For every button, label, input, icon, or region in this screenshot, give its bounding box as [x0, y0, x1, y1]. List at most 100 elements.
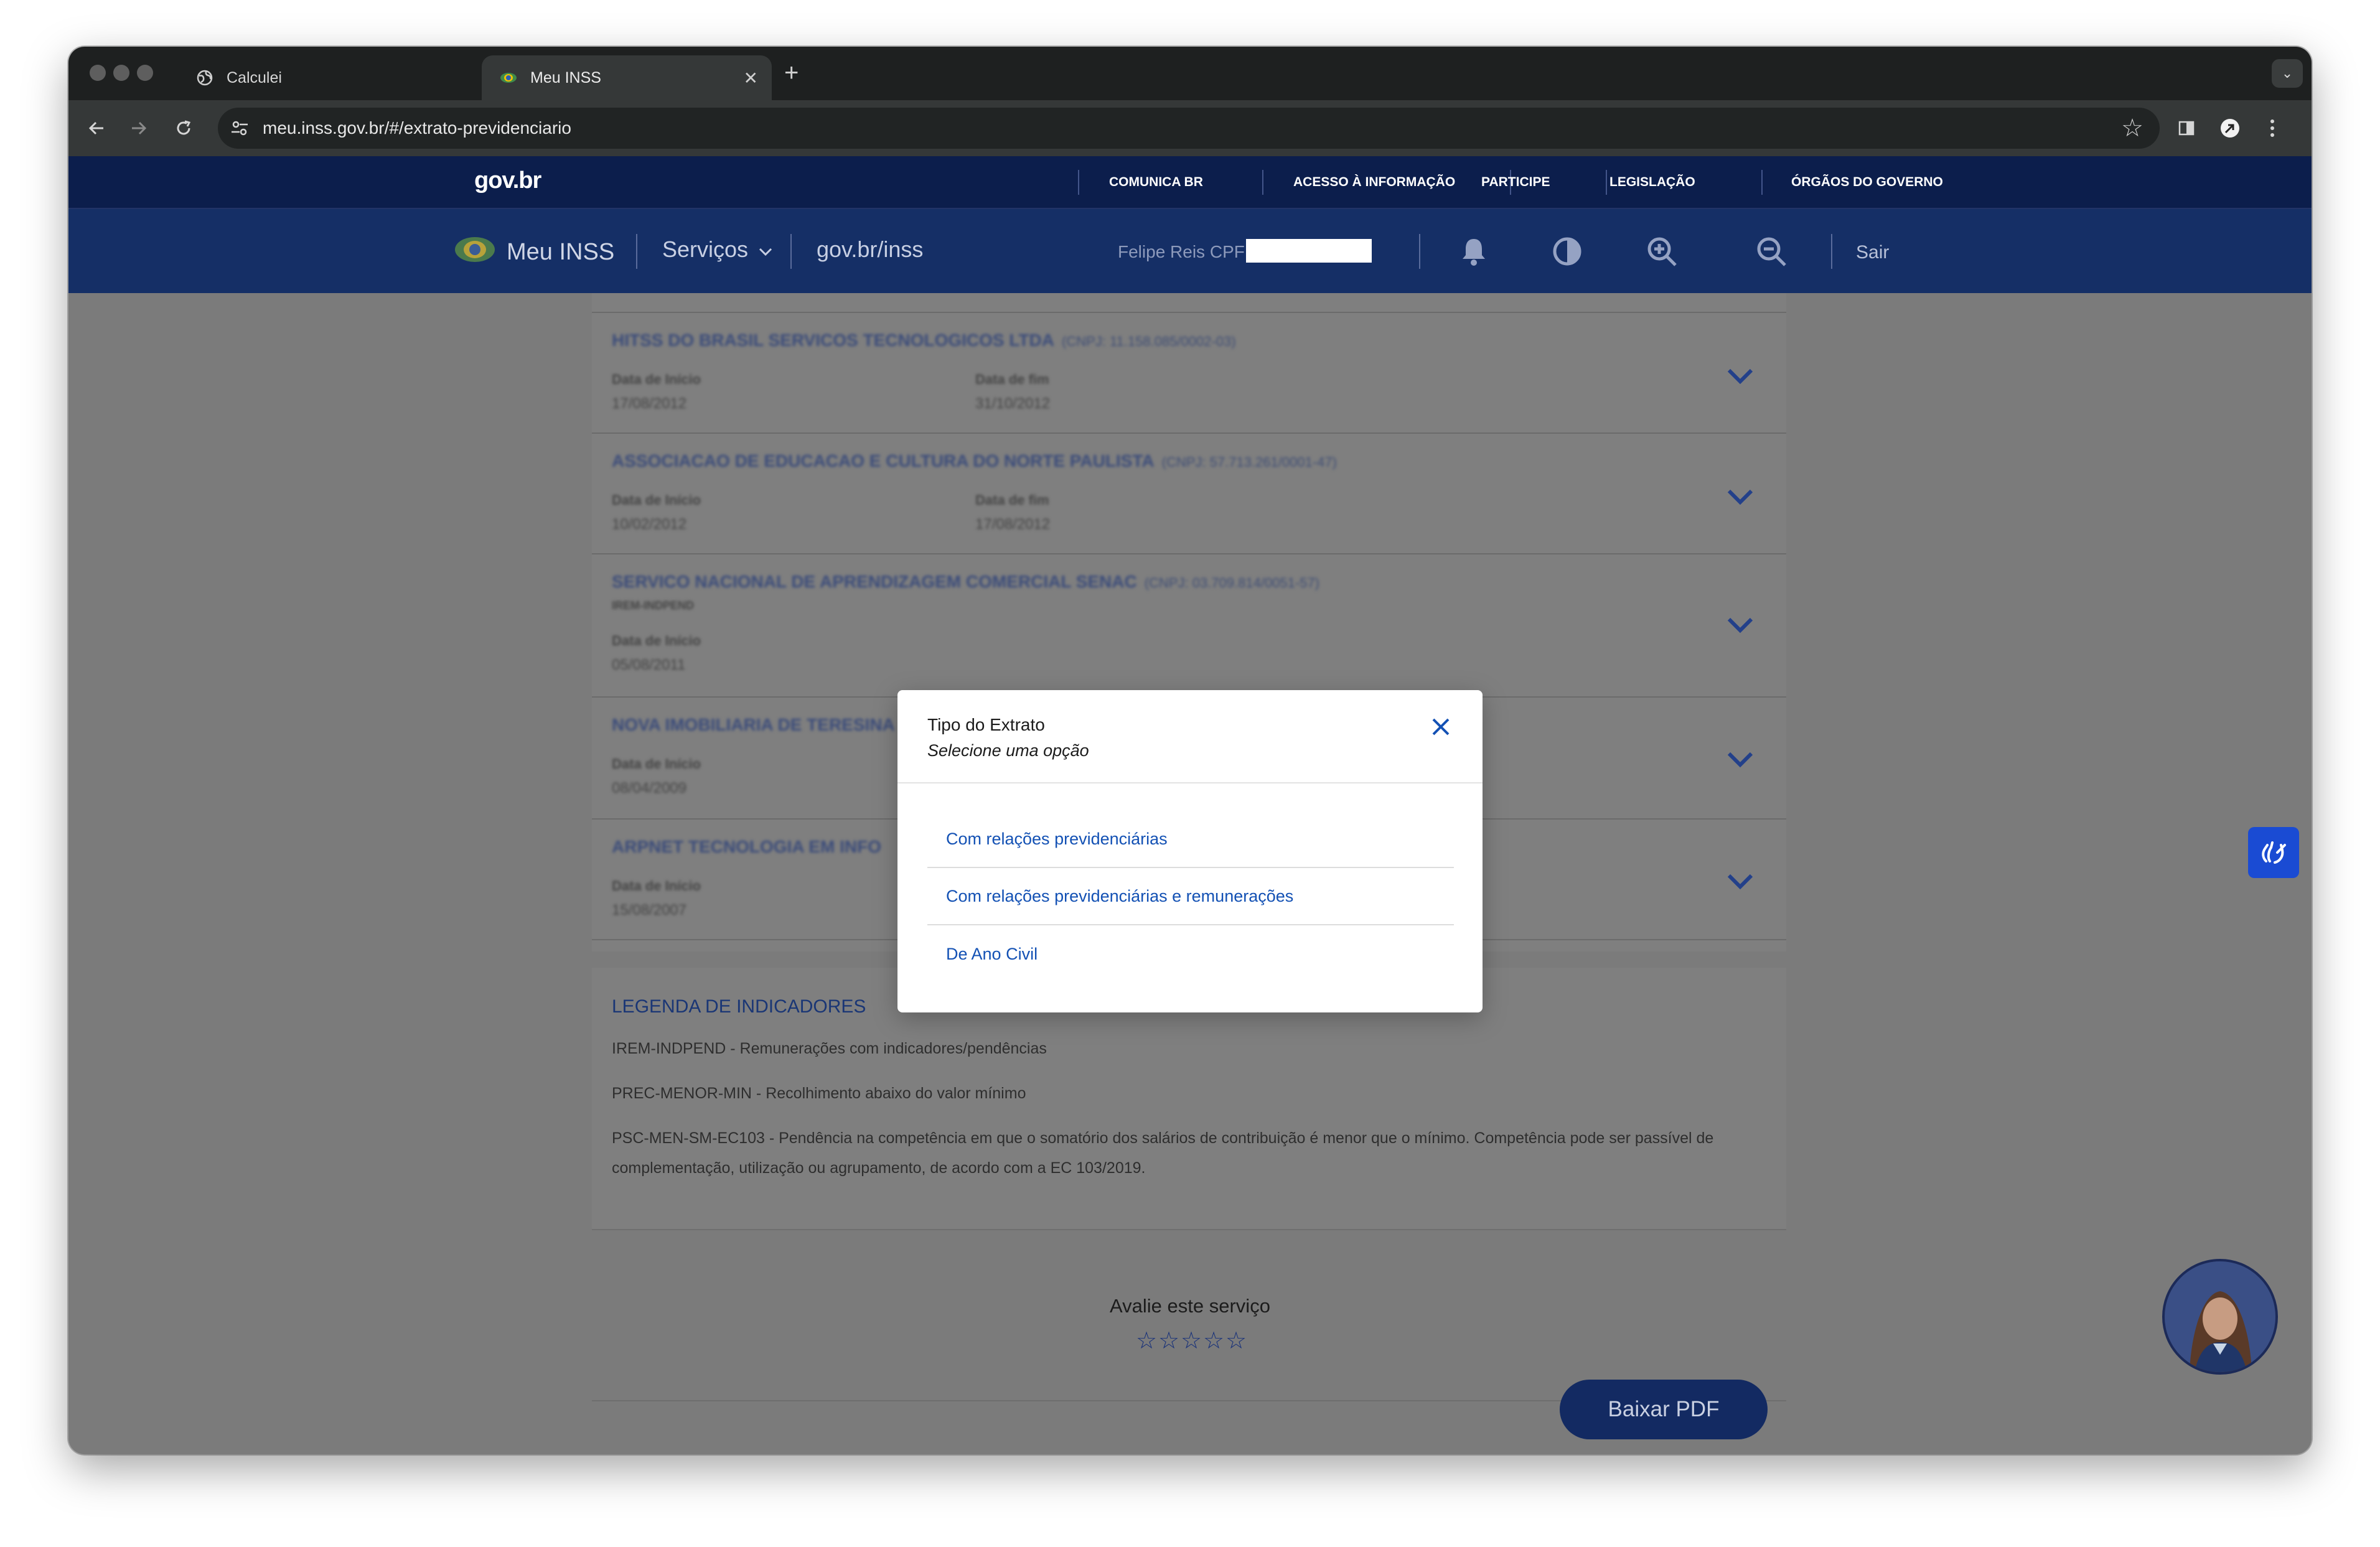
- user-name: Felipe Reis: [1118, 242, 1206, 261]
- chevron-down-icon[interactable]: [1726, 872, 1754, 890]
- meu-inss-title[interactable]: Meu INSS: [507, 239, 614, 266]
- divider: [1761, 170, 1763, 195]
- star-icon[interactable]: ☆: [1225, 1329, 1247, 1353]
- employer-name: NOVA IMOBILIARIA DE TERESINA: [612, 715, 895, 734]
- modal-subtitle: Selecione uma opção: [927, 741, 1089, 760]
- link-orgaos-governo[interactable]: ÓRGÃOS DO GOVERNO: [1791, 175, 1943, 190]
- link-legislacao[interactable]: LEGISLAÇÃO: [1609, 175, 1695, 190]
- divider: [1262, 170, 1263, 195]
- link-acesso-informacao[interactable]: ACESSO À INFORMAÇÃO: [1293, 175, 1455, 190]
- cpf-redacted-box: [1246, 239, 1372, 263]
- divider: [897, 782, 1483, 783]
- contrast-icon[interactable]: [1548, 233, 1586, 270]
- user-info: Felipe Reis CPF: [1118, 242, 1245, 262]
- close-icon[interactable]: [1425, 711, 1456, 742]
- side-panel-icon[interactable]: [2172, 114, 2201, 143]
- logout-link[interactable]: Sair: [1856, 242, 1889, 263]
- tab-title: Meu INSS: [530, 68, 601, 86]
- employer-cnpj: (CNPJ: 03.709.814/0051-57): [1144, 575, 1320, 591]
- chevron-down-icon[interactable]: [1726, 615, 1754, 634]
- services-menu[interactable]: Serviços: [662, 236, 773, 263]
- legend-title: LEGENDA DE INDICADORES: [612, 996, 866, 1017]
- start-date-value: 17/08/2012: [612, 395, 687, 412]
- sign-language-hands-icon[interactable]: [2248, 827, 2299, 878]
- star-icon[interactable]: ☆: [1202, 1329, 1225, 1353]
- browser-toolbar: meu.inss.gov.br/#/extrato-previdenciario…: [68, 100, 2312, 156]
- govbr-inss-link[interactable]: gov.br/inss: [817, 236, 923, 263]
- divider: [1419, 234, 1420, 269]
- legend-item: PREC-MENOR-MIN - Recolhimento abaixo do …: [612, 1085, 1026, 1102]
- list-item[interactable]: SERVICO NACIONAL DE APRENDIZAGEM COMERCI…: [592, 553, 1786, 698]
- list-item: [592, 293, 1786, 313]
- employer-name: ASSOCIACAO DE EDUCACAO E CULTURA DO NORT…: [612, 451, 1337, 470]
- star-icon[interactable]: ☆: [1135, 1329, 1158, 1353]
- inss-logo-icon[interactable]: [453, 234, 497, 265]
- url-text: meu.inss.gov.br/#/extrato-previdenciario: [263, 118, 571, 138]
- globe-icon: [195, 68, 214, 87]
- start-date-label: Data de Início: [612, 878, 701, 894]
- address-bar[interactable]: meu.inss.gov.br/#/extrato-previdenciario…: [218, 108, 2160, 149]
- gov-header: gov.br COMUNICA BR ACESSO À INFORMAÇÃO P…: [68, 156, 2312, 209]
- divider: [790, 234, 792, 269]
- window-minimize-button[interactable]: [113, 65, 129, 81]
- extract-type-modal: Tipo do Extrato Selecione uma opção Com …: [897, 690, 1483, 1012]
- option-relacoes-e-remuneracoes[interactable]: Com relações previdenciárias e remuneraç…: [927, 868, 1454, 925]
- page-viewport: gov.br COMUNICA BR ACESSO À INFORMAÇÃO P…: [68, 156, 2312, 1454]
- start-date-value: 15/08/2007: [612, 902, 687, 918]
- end-date-label: Data de fim: [975, 372, 1049, 387]
- cpf-label: CPF: [1209, 242, 1245, 261]
- tab-meu-inss[interactable]: Meu INSS ✕: [482, 55, 772, 100]
- start-date-label: Data de Início: [612, 492, 701, 508]
- window-zoom-button[interactable]: [137, 65, 153, 81]
- chevron-down-icon[interactable]: [1726, 750, 1754, 769]
- end-date-label: Data de fim: [975, 492, 1049, 508]
- window-close-button[interactable]: [90, 65, 106, 81]
- end-date-value: 31/10/2012: [975, 395, 1051, 412]
- profile-icon[interactable]: [2216, 114, 2244, 143]
- chevron-down-icon[interactable]: [1726, 487, 1754, 506]
- divider: [1606, 170, 1607, 195]
- tab-search-dropdown-icon[interactable]: ⌄: [2272, 59, 2303, 88]
- list-item[interactable]: HITSS DO BRASIL SERVICOS TECNOLOGICOS LT…: [592, 312, 1786, 434]
- chevron-down-icon: [759, 248, 772, 256]
- divider: [1078, 170, 1079, 195]
- reload-icon[interactable]: [169, 114, 198, 143]
- star-icon[interactable]: ☆: [1158, 1329, 1180, 1353]
- start-date-label: Data de Início: [612, 633, 701, 648]
- bell-icon[interactable]: [1455, 233, 1492, 270]
- site-settings-icon[interactable]: [229, 118, 250, 139]
- zoom-in-icon[interactable]: [1643, 233, 1680, 270]
- zoom-out-icon[interactable]: [1753, 233, 1790, 270]
- virtual-assistant-avatar[interactable]: [2162, 1259, 2278, 1375]
- back-arrow-icon[interactable]: [82, 114, 111, 143]
- end-date-value: 17/08/2012: [975, 516, 1051, 533]
- start-date-value: 10/02/2012: [612, 516, 687, 533]
- tab-strip: Calculei ✕ Meu INSS ✕ + ⌄: [68, 47, 2312, 100]
- option-ano-civil[interactable]: De Ano Civil: [927, 925, 1454, 983]
- new-tab-button[interactable]: +: [784, 59, 799, 87]
- inss-header: Meu INSS Serviços gov.br/inss Felipe Rei…: [68, 209, 2312, 293]
- list-item[interactable]: ASSOCIACAO DE EDUCACAO E CULTURA DO NORT…: [592, 432, 1786, 554]
- start-date-label: Data de Início: [612, 756, 701, 772]
- link-participe[interactable]: PARTICIPE: [1481, 175, 1550, 190]
- chevron-down-icon[interactable]: [1726, 367, 1754, 385]
- menu-kebab-icon[interactable]: [2258, 114, 2287, 143]
- tab-close-icon[interactable]: ✕: [744, 68, 758, 88]
- start-date-label: Data de Início: [612, 372, 701, 387]
- divider: [1831, 234, 1832, 269]
- option-relacoes-previdenciarias[interactable]: Com relações previdenciárias: [927, 811, 1454, 868]
- indicator-tag: IREM-INDPEND: [612, 599, 695, 612]
- download-pdf-button[interactable]: Baixar PDF: [1560, 1380, 1768, 1439]
- tab-title: Calculei: [227, 68, 282, 86]
- employer-cnpj: (CNPJ: 11.158.085/0002-03): [1061, 334, 1236, 349]
- services-label: Serviços: [662, 236, 749, 262]
- govbr-logo[interactable]: gov.br: [474, 167, 541, 194]
- star-icon[interactable]: ☆: [1180, 1329, 1202, 1353]
- modal-title: Tipo do Extrato: [927, 715, 1045, 734]
- legend-item: IREM-INDPEND - Remunerações com indicado…: [612, 1040, 1047, 1057]
- link-comunica-br[interactable]: COMUNICA BR: [1109, 175, 1203, 190]
- employer-cnpj: (CNPJ: 57.713.261/0001-47): [1161, 454, 1337, 470]
- divider: [636, 234, 637, 269]
- forward-arrow-icon[interactable]: [124, 114, 153, 143]
- bookmark-star-icon[interactable]: ☆: [2121, 114, 2143, 143]
